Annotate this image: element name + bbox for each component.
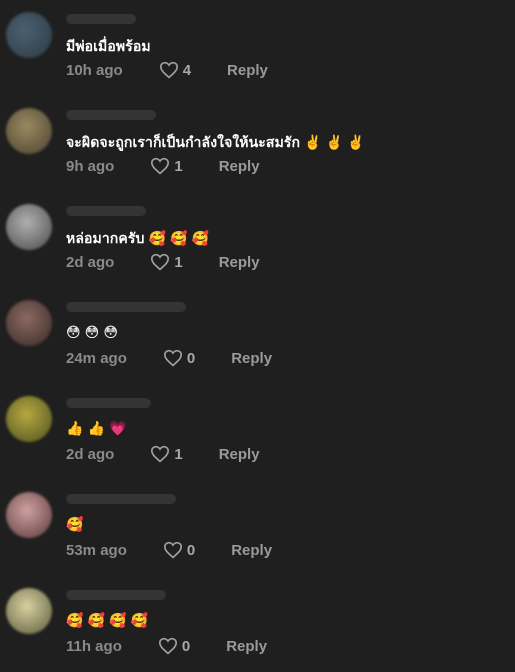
- like-count: 0: [186, 349, 196, 367]
- heart-icon: [163, 541, 182, 559]
- avatar[interactable]: [6, 204, 52, 250]
- like-button[interactable]: 0: [163, 349, 195, 367]
- comment-item: 👍 👍 💗 2d ago 1 Reply: [0, 384, 515, 480]
- reply-button[interactable]: Reply: [231, 350, 272, 367]
- avatar[interactable]: [6, 108, 52, 154]
- heart-icon: [163, 349, 182, 367]
- heart-icon: [151, 445, 170, 463]
- username-blurred[interactable]: [66, 110, 156, 120]
- reply-button[interactable]: Reply: [219, 254, 260, 271]
- avatar[interactable]: [6, 396, 52, 442]
- like-button[interactable]: 1: [150, 253, 183, 271]
- like-button[interactable]: 1: [150, 157, 183, 175]
- comment-time: 11h ago: [66, 637, 122, 655]
- comment-text: 👍 👍 💗: [66, 420, 127, 436]
- comment-text: 😳 😳 😳: [66, 324, 119, 340]
- username-blurred[interactable]: [66, 302, 186, 312]
- avatar[interactable]: [6, 588, 52, 634]
- username-blurred[interactable]: [66, 206, 146, 216]
- like-count: 0: [181, 637, 191, 655]
- comment-meta: 53m ago 0 Reply: [66, 541, 272, 559]
- comment-meta: 11h ago 0 Reply: [66, 637, 267, 655]
- comment-item: 🥰 53m ago 0 Reply: [0, 480, 515, 576]
- like-button[interactable]: 0: [158, 637, 190, 655]
- reply-button[interactable]: Reply: [231, 542, 272, 559]
- comment-time: 2d ago: [66, 253, 115, 271]
- heart-icon: [158, 637, 177, 655]
- like-button[interactable]: 0: [163, 541, 195, 559]
- comment-meta: 10h ago 4 Reply: [66, 61, 268, 79]
- like-button[interactable]: 4: [159, 61, 191, 79]
- heart-icon: [159, 61, 178, 79]
- like-count: 4: [182, 61, 192, 79]
- comment-meta: 9h ago 1 Reply: [66, 157, 260, 175]
- like-count: 1: [174, 445, 183, 463]
- comment-time: 53m ago: [66, 541, 127, 559]
- comment-meta: 2d ago 1 Reply: [66, 445, 260, 463]
- reply-button[interactable]: Reply: [227, 62, 268, 79]
- comment-time: 24m ago: [66, 349, 127, 367]
- comment-item: หล่อมากครับ 🥰 🥰 🥰 2d ago 1 Reply: [0, 192, 515, 288]
- comment-item: 😳 😳 😳 24m ago 0 Reply: [0, 288, 515, 384]
- comment-text: จะผิดจะถูกเราก็เป็นกำลังใจให้นะสมรัก ✌️ …: [66, 134, 365, 150]
- comment-text: หล่อมากครับ 🥰 🥰 🥰: [66, 230, 210, 246]
- comment-item: มีพ่อเมื่อพร้อม 10h ago 4 Reply: [0, 0, 515, 96]
- comment-text: 🥰: [66, 516, 84, 532]
- comment-item: จะผิดจะถูกเราก็เป็นกำลังใจให้นะสมรัก ✌️ …: [0, 96, 515, 192]
- comment-time: 10h ago: [66, 61, 123, 79]
- heart-icon: [151, 253, 170, 271]
- reply-button[interactable]: Reply: [219, 158, 260, 175]
- like-count: 0: [186, 541, 196, 559]
- comment-text: มีพ่อเมื่อพร้อม: [66, 38, 151, 54]
- username-blurred[interactable]: [66, 14, 136, 24]
- avatar[interactable]: [6, 492, 52, 538]
- comment-item: 🥰 🥰 🥰 🥰 11h ago 0 Reply: [0, 576, 515, 672]
- like-button[interactable]: 1: [150, 445, 183, 463]
- like-count: 1: [174, 157, 183, 175]
- username-blurred[interactable]: [66, 590, 166, 600]
- reply-button[interactable]: Reply: [226, 638, 267, 655]
- comment-meta: 2d ago 1 Reply: [66, 253, 260, 271]
- avatar[interactable]: [6, 300, 52, 346]
- heart-icon: [151, 157, 170, 175]
- reply-button[interactable]: Reply: [219, 446, 260, 463]
- comment-time: 2d ago: [66, 445, 115, 463]
- username-blurred[interactable]: [66, 398, 151, 408]
- comment-time: 9h ago: [66, 157, 115, 175]
- username-blurred[interactable]: [66, 494, 176, 504]
- comment-meta: 24m ago 0 Reply: [66, 349, 272, 367]
- comment-text: 🥰 🥰 🥰 🥰: [66, 612, 149, 628]
- avatar[interactable]: [6, 12, 52, 58]
- like-count: 1: [174, 253, 183, 271]
